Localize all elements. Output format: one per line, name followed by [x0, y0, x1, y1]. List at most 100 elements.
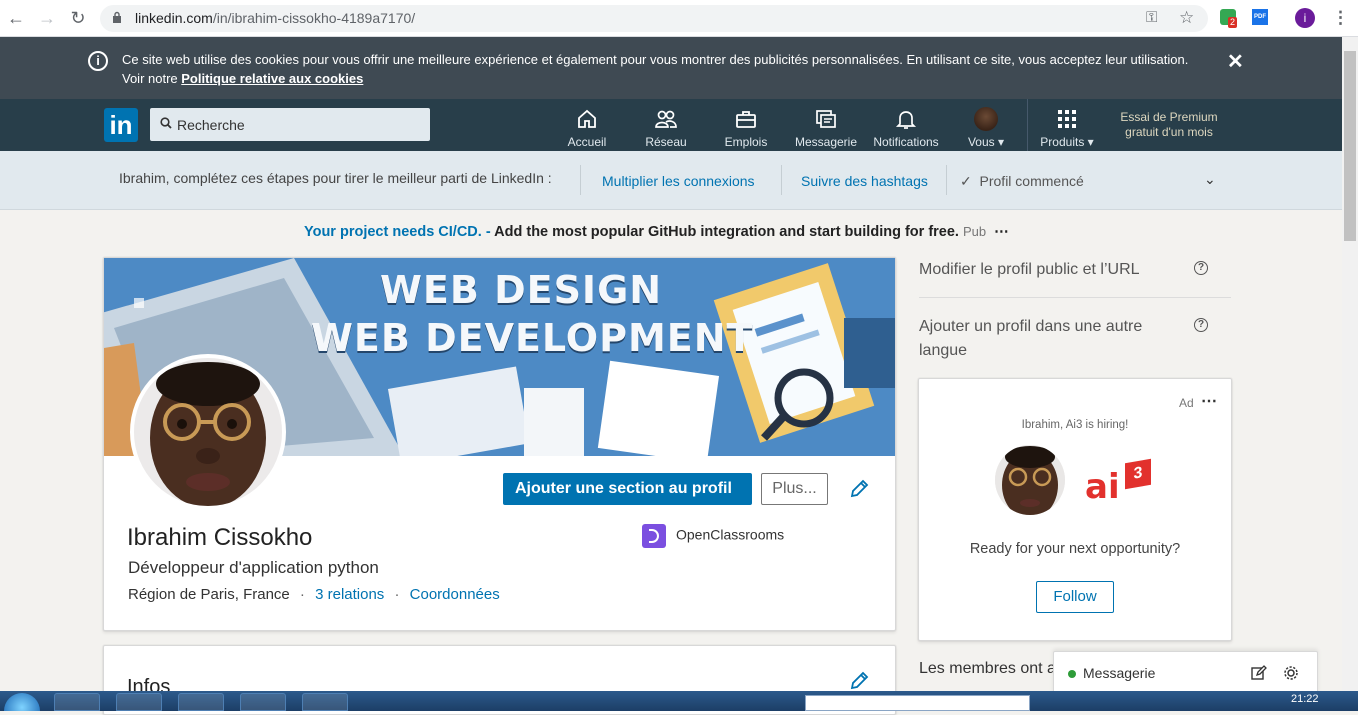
more-button[interactable]: Plus... [761, 473, 828, 505]
search-icon [160, 117, 172, 129]
contact-info-link[interactable]: Coordonnées [410, 586, 500, 603]
edit-pencil-icon[interactable] [849, 671, 869, 691]
scrollbar-thumb[interactable] [1344, 51, 1356, 241]
search-input[interactable] [177, 108, 422, 141]
nav-label: Réseau [645, 135, 687, 149]
taskbar-search-field[interactable] [805, 695, 1030, 711]
add-profile-section-button[interactable]: Ajouter une section au profil ▼ [503, 473, 752, 528]
profile-headline: Développeur d'application python [128, 558, 379, 577]
completion-lead-text: Ibrahim, complétez ces étapes pour tirer… [119, 170, 552, 186]
key-icon[interactable]: ⚿ [1146, 9, 1157, 26]
page-scrollbar[interactable] [1342, 37, 1358, 691]
ad-label: Ad [1179, 396, 1194, 410]
premium-line-1: Essai de Premium [1120, 110, 1218, 124]
profile-name: Ibrahim Cissokho [127, 524, 313, 551]
divider [919, 297, 1231, 298]
start-button[interactable] [4, 693, 40, 711]
profile-location-line: Région de Paris, France · 3 relations · … [128, 586, 500, 603]
reload-icon[interactable]: ↻ [68, 8, 88, 28]
openclassrooms-logo-icon [642, 524, 666, 548]
ad-card: Ad ⋯ Ibrahim, Ai3 is hiring! ai 3 Ready … [918, 378, 1232, 641]
compose-icon[interactable] [1251, 665, 1267, 681]
extension-shield-icon[interactable]: 2 [1220, 9, 1238, 28]
profile-photo[interactable] [130, 354, 286, 510]
address-bar[interactable]: linkedin.com/in/ibrahim-cissokho-4189a71… [100, 5, 1208, 32]
lock-icon [113, 11, 121, 23]
cookie-text: Ce site web utilise des cookies pour vou… [122, 52, 1189, 86]
ad-headline: Your project needs CI/CD. - [304, 224, 491, 240]
divider [580, 165, 581, 195]
premium-line-2: gratuit d'un mois [1125, 125, 1213, 139]
check-icon: ✓ [960, 173, 972, 189]
home-icon [578, 109, 596, 128]
banner-title-2: WEB DEVELOPMENT [311, 316, 754, 360]
messaging-overlay[interactable]: Messagerie [1053, 651, 1318, 695]
close-icon[interactable]: ✕ [1227, 49, 1244, 74]
nav-jobs[interactable]: Emplois [707, 107, 785, 149]
taskbar-explorer-icon[interactable] [54, 693, 100, 711]
profile-avatar[interactable]: i [1295, 8, 1315, 28]
nav-label: Accueil [567, 135, 607, 149]
taskbar-app-icon[interactable] [240, 693, 286, 711]
caret-down-icon: ▼ [519, 513, 532, 528]
edit-pencil-icon[interactable] [849, 479, 869, 499]
search-box[interactable] [150, 108, 430, 141]
more-icon[interactable]: ⋯ [994, 224, 1009, 240]
linkedin-logo[interactable]: in [104, 108, 138, 142]
profile-location: Région de Paris, France [128, 586, 290, 603]
nav-label: Notifications [873, 135, 939, 149]
avatar [995, 445, 1065, 515]
nav-me[interactable]: Vous ▾ [947, 107, 1025, 149]
nav-home[interactable]: Accueil [548, 107, 626, 149]
help-icon[interactable]: ? [1194, 318, 1208, 332]
divider [946, 165, 947, 195]
nav-label: Produits ▾ [1040, 135, 1094, 149]
taskbar-ie-icon[interactable] [178, 693, 224, 711]
gear-icon[interactable] [1283, 665, 1299, 681]
follow-hashtags-link[interactable]: Suivre des hashtags [801, 173, 928, 189]
nav-label: Vous ▾ [967, 135, 1005, 149]
nav-products[interactable]: Produits ▾ [1028, 107, 1106, 149]
profile-started-step: ✓ Profil commencé [960, 173, 1084, 189]
cookie-policy-link[interactable]: Politique relative aux cookies [181, 71, 363, 86]
grow-network-link[interactable]: Multiplier les connexions [602, 173, 755, 189]
star-icon[interactable]: ☆ [1179, 8, 1194, 28]
ad-avatar-image [995, 445, 1065, 515]
browser-toolbar: ← → ↻ linkedin.com/in/ibrahim-cissokho-4… [0, 0, 1358, 37]
follow-button[interactable]: Follow [1036, 581, 1114, 613]
connections-link[interactable]: 3 relations [315, 586, 384, 603]
briefcase-icon [736, 111, 756, 128]
taskbar-clock: 21:22 [1291, 693, 1319, 705]
nav-network[interactable]: Réseau [627, 107, 705, 149]
more-icon[interactable]: ⋯ [1201, 391, 1217, 411]
taskbar-chrome-icon[interactable] [116, 693, 162, 711]
help-icon[interactable]: ? [1194, 261, 1208, 275]
edit-public-profile-link[interactable]: Modifier le profil public et l’URL [919, 258, 1169, 282]
profile-photo-image [134, 358, 282, 506]
banner-title-1: WEB DESIGN [380, 268, 663, 312]
nav-messaging[interactable]: Messagerie [787, 107, 865, 149]
premium-trial-link[interactable]: Essai de Premium gratuit d'un mois [1112, 110, 1226, 140]
url-text: linkedin.com/in/ibrahim-cissokho-4189a71… [135, 10, 416, 26]
os-taskbar: 21:22 [0, 691, 1358, 711]
profile-completion-bar: Ibrahim, complétez ces étapes pour tirer… [0, 151, 1342, 210]
sponsored-ad-line[interactable]: Your project needs CI/CD. - Add the most… [304, 224, 1009, 240]
ad-text: Add the most popular GitHub integration … [490, 224, 959, 240]
nav-notifications[interactable]: Notifications [867, 107, 945, 149]
ad-hiring-text: Ibrahim, Ai3 is hiring! [1021, 419, 1129, 431]
profile-education[interactable]: OpenClassrooms [642, 524, 784, 548]
chevron-down-icon[interactable]: ⌄ [1204, 171, 1216, 188]
add-language-profile-link[interactable]: Ajouter un profil dans une autre langue [919, 315, 1169, 363]
global-nav: in Accueil Réseau Emplois Messagerie Not… [0, 99, 1342, 151]
profile-card: WEB DESIGN WEB DEVELOPMENT Ajouter une s… [103, 257, 896, 631]
cookie-banner: i Ce site web utilise des cookies pour v… [0, 37, 1342, 99]
info-icon: i [88, 51, 108, 71]
pdf-extension-icon[interactable]: PDF [1252, 9, 1268, 25]
taskbar-app-icon[interactable] [302, 693, 348, 711]
forward-icon[interactable]: → [37, 8, 57, 28]
members-also-viewed-heading: Les membres ont a [919, 660, 1056, 677]
menu-kebab-icon[interactable]: ⋮ [1332, 8, 1349, 28]
online-status-dot [1068, 670, 1076, 678]
messaging-label: Messagerie [1083, 665, 1156, 681]
back-icon[interactable]: ← [6, 8, 26, 28]
